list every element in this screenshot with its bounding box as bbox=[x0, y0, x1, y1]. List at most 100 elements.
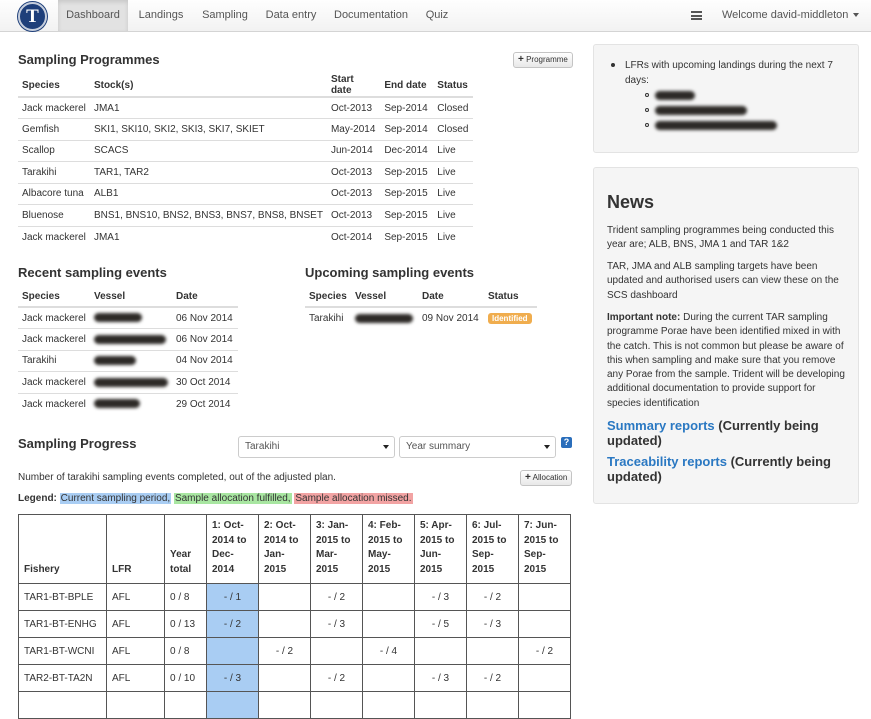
nav-quiz[interactable]: Quiz bbox=[418, 0, 456, 31]
table-row[interactable]: Bluenose BNS1, BNS10, BNS2, BNS3, BNS7, B… bbox=[18, 204, 473, 226]
table-row[interactable]: Gemfish SKI1, SKI10, SKI2, SKI3, SKI7, SK… bbox=[18, 118, 473, 140]
period-select[interactable]: Year summary bbox=[399, 436, 556, 458]
period-cell bbox=[106, 691, 165, 719]
table-row[interactable]: Tarakihi TAR1, TAR2 Oct-2013 Sep-2015 Live bbox=[18, 161, 473, 183]
list-item bbox=[645, 89, 846, 104]
important-label: Important note: bbox=[607, 312, 681, 323]
date-cell: 30 Oct 2014 bbox=[172, 371, 238, 393]
nav-documentation[interactable]: Documentation bbox=[326, 0, 416, 31]
vessel-cell bbox=[351, 306, 418, 329]
table-row[interactable]: Tarakihi 04 Nov 2014 bbox=[18, 349, 238, 372]
period-cell bbox=[258, 691, 311, 719]
table-row[interactable]: TAR1-BT-WCNI AFL 0 / 8 - / 2 - / 4 - / 2 bbox=[18, 637, 571, 665]
year-total-cell: 0 / 10 bbox=[164, 664, 207, 692]
table-row[interactable]: Tarakihi 09 Nov 2014 Identified bbox=[305, 306, 537, 329]
period-cell bbox=[258, 583, 311, 611]
table-row[interactable] bbox=[18, 691, 571, 719]
period-cell bbox=[362, 691, 415, 719]
table-row[interactable]: TAR2-BT-TA2N AFL 0 / 10- / 3- / 2- / 3- / … bbox=[18, 664, 571, 692]
start-date-cell: Oct-2013 bbox=[326, 182, 381, 205]
stocks-cell: JMA1 bbox=[89, 96, 327, 119]
period-cell bbox=[362, 583, 415, 611]
upcoming-table: Species Vessel Date Status Tarakihi 09 No… bbox=[305, 287, 537, 329]
stocks-cell: SKI1, SKI10, SKI2, SKI3, SKI7, SKIET bbox=[89, 118, 327, 140]
year-total-cell: 0 / 8 bbox=[164, 583, 207, 611]
traceability-reports-link[interactable]: Traceability reports bbox=[607, 454, 727, 469]
period-cell: - / 2 bbox=[466, 583, 519, 611]
stocks-cell: SCACS bbox=[89, 139, 327, 162]
table-row[interactable]: TAR1-BT-BPLE AFL 0 / 8- / 1- / 2- / 3- / 2 bbox=[18, 583, 571, 611]
period-cell bbox=[164, 691, 207, 719]
lfr-cell: AFL bbox=[106, 637, 165, 665]
table-row[interactable]: Jack mackerel 06 Nov 2014 bbox=[18, 306, 238, 329]
programmes-table: Species Stock(s) Start date End date Sta… bbox=[18, 74, 473, 248]
status-cell: Live bbox=[433, 182, 473, 205]
add-programme-button[interactable]: + Programme bbox=[513, 52, 573, 68]
period-cell: - / 2 bbox=[206, 610, 259, 638]
end-date-cell: Sep-2015 bbox=[380, 161, 434, 183]
allocation-label: Allocation bbox=[532, 473, 568, 482]
lfr-cell: AFL bbox=[106, 610, 165, 638]
period-cell bbox=[258, 610, 311, 638]
species-select[interactable]: Tarakihi bbox=[238, 436, 395, 458]
status-cell: Identified bbox=[484, 306, 537, 329]
table-row[interactable]: Albacore tuna ALB1 Oct-2013 Sep-2015 Live bbox=[18, 182, 473, 205]
menu-icon[interactable] bbox=[691, 11, 702, 20]
vessel-cell bbox=[90, 371, 172, 393]
table-row[interactable]: Jack mackerel JMA1 Oct-2014 Sep-2015 Live bbox=[18, 225, 473, 248]
redacted-vessel bbox=[94, 313, 142, 323]
user-menu[interactable]: Welcome david-middleton bbox=[722, 0, 860, 31]
status-badge: Identified bbox=[488, 312, 532, 324]
period-cell bbox=[414, 691, 467, 719]
trident-logo[interactable]: T bbox=[18, 2, 47, 31]
help-icon[interactable]: ? bbox=[561, 437, 572, 448]
chevron-down-icon bbox=[853, 13, 860, 18]
period-select-value: Year summary bbox=[406, 441, 471, 452]
nav-dashboard[interactable]: Dashboard bbox=[58, 0, 128, 31]
period-cell bbox=[466, 637, 519, 665]
start-date-cell: May-2014 bbox=[326, 118, 381, 140]
col-period-4: 4: Feb-2015 to May-2015 bbox=[362, 514, 415, 584]
period-cell bbox=[518, 610, 571, 638]
table-row[interactable]: Jack mackerel 29 Oct 2014 bbox=[18, 392, 238, 415]
col-period-7: 7: Jun-2015 to Sep-2015 bbox=[518, 514, 571, 584]
nav-sampling[interactable]: Sampling bbox=[194, 0, 256, 31]
col-end-date: End date bbox=[380, 74, 434, 98]
fishery-cell: TAR1-BT-WCNI bbox=[18, 637, 107, 665]
col-species: Species bbox=[18, 287, 90, 308]
redacted-vessel bbox=[94, 356, 136, 366]
summary-reports-link[interactable]: Summary reports bbox=[607, 418, 715, 433]
table-row[interactable]: TAR1-BT-ENHG AFL 0 / 13- / 2- / 3- / 5- / … bbox=[18, 610, 571, 638]
table-row[interactable]: Jack mackerel 30 Oct 2014 bbox=[18, 371, 238, 393]
stocks-cell: ALB1 bbox=[89, 182, 327, 205]
date-cell: 29 Oct 2014 bbox=[172, 392, 238, 415]
start-date-cell: Oct-2013 bbox=[326, 96, 381, 119]
table-row[interactable]: Jack mackerel JMA1 Oct-2013 Sep-2014 Closed bbox=[18, 96, 473, 119]
period-cell bbox=[362, 610, 415, 638]
species-select-value: Tarakihi bbox=[245, 441, 280, 452]
table-row[interactable]: Jack mackerel 06 Nov 2014 bbox=[18, 328, 238, 350]
start-date-cell: Oct-2014 bbox=[326, 225, 381, 248]
period-cell bbox=[206, 691, 259, 719]
col-period-2: 2: Oct-2014 to Jan-2015 bbox=[258, 514, 311, 584]
alerts-heading: LFRs with upcoming landings during the n… bbox=[625, 60, 833, 86]
species-cell: Tarakihi bbox=[18, 349, 90, 372]
list-item bbox=[645, 119, 846, 134]
add-programme-label: Programme bbox=[526, 55, 568, 64]
period-cell: - / 4 bbox=[362, 637, 415, 665]
chevron-down-icon bbox=[544, 445, 550, 449]
top-navbar: T Dashboard Landings Sampling Data entry… bbox=[0, 0, 871, 32]
status-cell: Live bbox=[433, 139, 473, 162]
upcoming-title: Upcoming sampling events bbox=[305, 265, 475, 280]
status-cell: Live bbox=[433, 161, 473, 183]
period-cell: - / 1 bbox=[206, 583, 259, 611]
nav-landings[interactable]: Landings bbox=[130, 0, 192, 31]
allocation-button[interactable]: + Allocation bbox=[520, 470, 573, 486]
lfr-cell: AFL bbox=[106, 583, 165, 611]
nav-data-entry[interactable]: Data entry bbox=[258, 0, 324, 31]
period-cell: - / 3 bbox=[206, 664, 259, 692]
status-cell: Closed bbox=[433, 118, 473, 140]
period-cell bbox=[258, 664, 311, 692]
table-row[interactable]: Scallop SCACS Jun-2014 Dec-2014 Live bbox=[18, 139, 473, 162]
start-date-cell: Oct-2013 bbox=[326, 204, 381, 226]
